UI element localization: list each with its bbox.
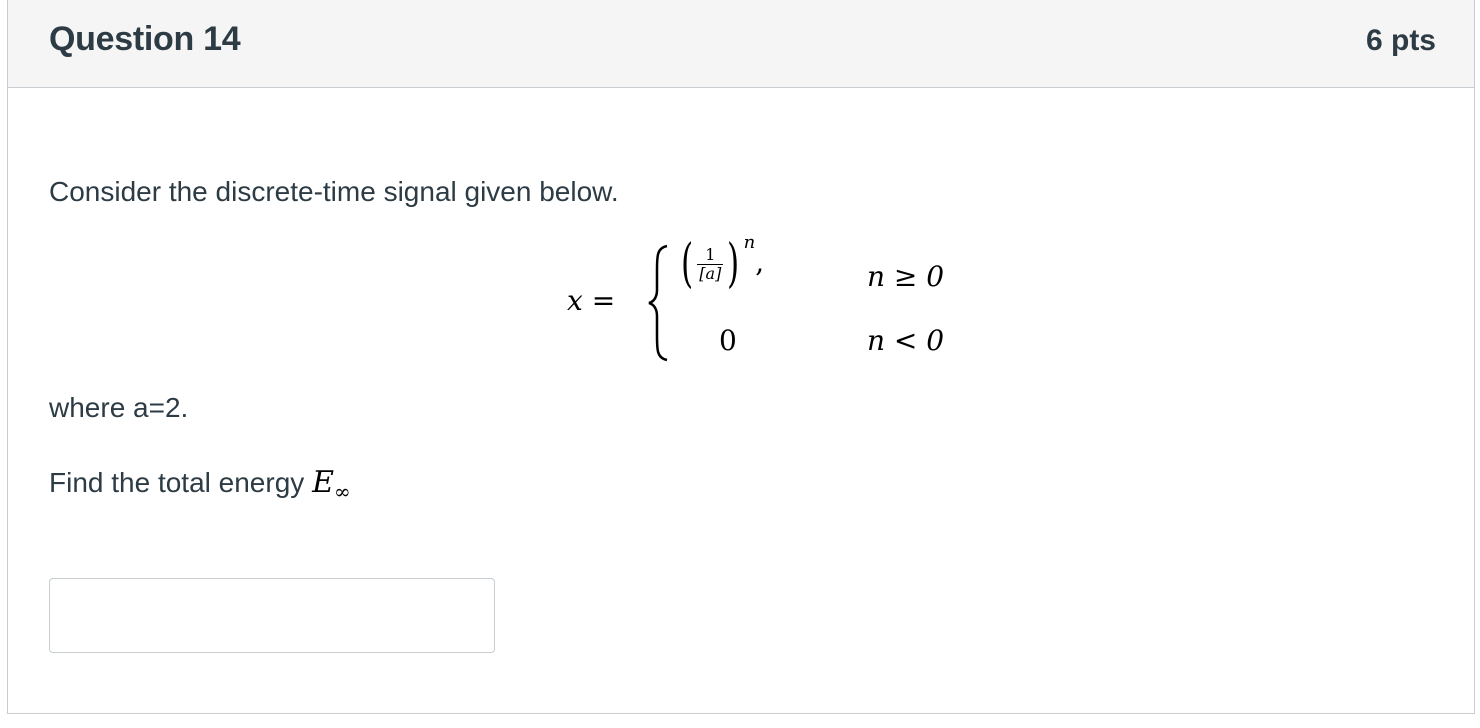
fraction-numerator: 1 — [697, 245, 724, 265]
exponent: n — [743, 232, 756, 253]
fraction-denominator: [a] — [699, 263, 722, 283]
question-title: Question 14 — [49, 20, 241, 58]
question-body: Consider the discrete-time signal given … — [49, 88, 1454, 713]
equation-lhs: x = — [567, 284, 616, 317]
question-card: Question 14 6 pts Consider the discrete-… — [7, 0, 1475, 714]
question-intro-text: Consider the discrete-time signal given … — [49, 176, 619, 207]
find-energy-label: Find the total energy — [49, 467, 305, 498]
piecewise-brace-icon — [648, 244, 668, 362]
answer-input[interactable] — [49, 578, 495, 653]
close-paren-icon: ) — [727, 234, 740, 294]
where-text: where a=2. — [49, 392, 189, 423]
find-energy-text: Find the total energy E∞ — [49, 465, 351, 504]
question-header: Question 14 6 pts — [8, 0, 1474, 88]
energy-symbol: E — [312, 465, 334, 500]
energy-subscript: ∞ — [333, 479, 351, 504]
case-2-value: 0 — [719, 324, 737, 357]
fraction: 1 [a] — [697, 245, 724, 283]
case-2-condition: n < 0 — [867, 324, 945, 357]
question-points: 6 pts — [1365, 24, 1436, 57]
case-1-condition: n ≥ 0 — [867, 260, 945, 293]
signal-equation: x = (1 [a]) n, n ≥ 0 0 n < 0 — [567, 232, 947, 368]
open-paren-icon: ( — [681, 234, 694, 294]
case-row-1: (1 [a]) n, — [681, 232, 765, 294]
